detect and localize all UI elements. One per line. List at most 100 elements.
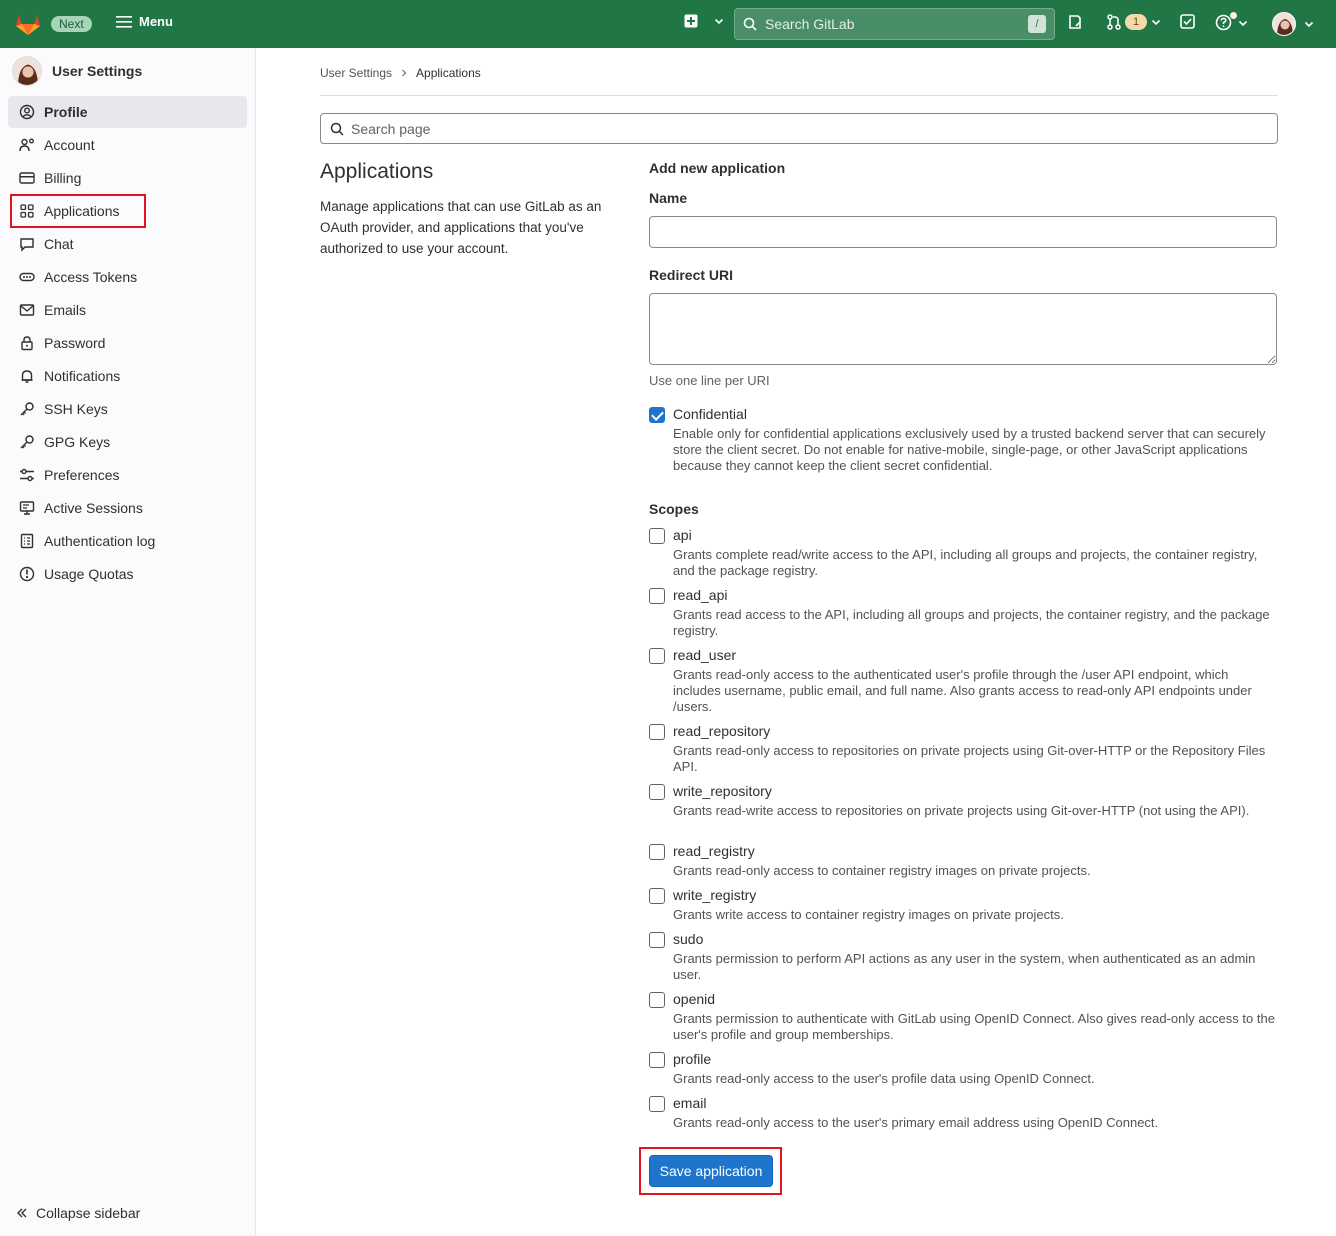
- redirect-uri-textarea[interactable]: [649, 293, 1277, 365]
- sidebar-item-chat[interactable]: Chat: [8, 228, 247, 260]
- page-search[interactable]: [320, 113, 1278, 144]
- scope-label[interactable]: read_registry: [673, 843, 755, 859]
- scope-checkbox[interactable]: [649, 784, 665, 800]
- scope-description: Grants read-only access to the user's pr…: [673, 1115, 1159, 1130]
- quota-icon: [19, 566, 35, 582]
- sidebar-item-label: Usage Quotas: [44, 566, 134, 582]
- search-shortcut-key: /: [1028, 15, 1046, 33]
- scope-checkbox[interactable]: [649, 1052, 665, 1068]
- scope-label[interactable]: write_repository: [673, 783, 772, 799]
- global-search[interactable]: /: [734, 8, 1055, 40]
- confidential-checkbox[interactable]: [649, 407, 665, 423]
- sidebar-item-label: Notifications: [44, 368, 121, 384]
- sidebar-item-account[interactable]: Account: [8, 129, 247, 161]
- sidebar-item-label: Preferences: [44, 467, 120, 483]
- sidebar-item-access-tokens[interactable]: Access Tokens: [8, 261, 247, 293]
- plus-square-icon: [684, 14, 698, 28]
- scopes-label: Scopes: [649, 501, 699, 517]
- save-application-button[interactable]: Save application: [649, 1155, 773, 1187]
- sidebar-item-profile[interactable]: Profile: [8, 96, 247, 128]
- scope-label[interactable]: api: [673, 527, 692, 543]
- applications-highlight-box: [10, 194, 146, 228]
- scope-description: Grants read-only access to repositories …: [673, 743, 1266, 774]
- sidebar-item-label: GPG Keys: [44, 434, 111, 450]
- name-label: Name: [649, 190, 688, 206]
- chevron-down-icon: [1151, 19, 1161, 26]
- sidebar-item-authentication-log[interactable]: Authentication log: [8, 525, 247, 557]
- scope-checkbox[interactable]: [649, 844, 665, 860]
- scope-checkbox[interactable]: [649, 932, 665, 948]
- sidebar-item-notifications[interactable]: Notifications: [8, 360, 247, 392]
- scope-description: Grants write access to container registr…: [673, 907, 1064, 922]
- sidebar-item-password[interactable]: Password: [8, 327, 247, 359]
- sidebar-item-label: Account: [44, 137, 95, 153]
- scope-label[interactable]: write_registry: [673, 887, 756, 903]
- chevron-down-icon: [1304, 21, 1314, 28]
- breadcrumb-divider: [320, 95, 1278, 96]
- avatar-photo-icon: [13, 57, 41, 85]
- sidebar-title: User Settings: [52, 63, 143, 79]
- chat-icon: [19, 236, 35, 252]
- chevron-down-icon: [1238, 20, 1248, 26]
- menu-button[interactable]: Menu: [116, 14, 173, 29]
- breadcrumb-current[interactable]: Applications: [416, 66, 481, 80]
- scope-description: Grants read-only access to the authentic…: [673, 667, 1252, 714]
- sidebar-item-gpg-keys[interactable]: GPG Keys: [8, 426, 247, 458]
- key-icon: [19, 434, 35, 450]
- scope-label[interactable]: profile: [673, 1051, 711, 1067]
- scope-description: Grants read-only access to the user's pr…: [673, 1071, 1095, 1086]
- search-input[interactable]: [763, 15, 1028, 33]
- name-input[interactable]: [649, 216, 1277, 248]
- create-new-button[interactable]: [684, 14, 725, 28]
- scope-description: Grants read access to the API, including…: [673, 607, 1270, 638]
- sidebar-header[interactable]: User Settings: [12, 56, 142, 86]
- todos-button[interactable]: [1180, 14, 1195, 29]
- scope-description: Grants permission to perform API actions…: [673, 951, 1256, 982]
- menu-label: Menu: [139, 14, 173, 29]
- scope-checkbox[interactable]: [649, 528, 665, 544]
- scope-label[interactable]: email: [673, 1095, 706, 1111]
- collapse-sidebar-button[interactable]: Collapse sidebar: [16, 1205, 140, 1221]
- search-icon: [330, 122, 344, 136]
- merge-requests-count-badge: 1: [1125, 14, 1147, 30]
- scope-label[interactable]: openid: [673, 991, 715, 1007]
- gitlab-logo-icon[interactable]: [15, 11, 41, 37]
- scope-description: Grants permission to authenticate with G…: [673, 1011, 1275, 1042]
- merge-requests-button[interactable]: 1: [1106, 14, 1162, 30]
- sidebar-item-active-sessions[interactable]: Active Sessions: [8, 492, 247, 524]
- chevron-down-icon: [714, 18, 724, 25]
- todo-checkbox-icon: [1180, 14, 1195, 29]
- scope-checkbox[interactable]: [649, 992, 665, 1008]
- collapse-sidebar-label: Collapse sidebar: [36, 1205, 141, 1221]
- sidebar-item-emails[interactable]: Emails: [8, 294, 247, 326]
- scope-label[interactable]: read_repository: [673, 723, 770, 739]
- scope-label[interactable]: sudo: [673, 931, 703, 947]
- issues-button[interactable]: [1067, 14, 1083, 30]
- sidebar-item-ssh-keys[interactable]: SSH Keys: [8, 393, 247, 425]
- settings-sidebar: User Settings Profile Account Billing Appli…: [0, 48, 256, 1236]
- token-icon: [19, 269, 35, 285]
- sidebar-item-label: SSH Keys: [44, 401, 108, 417]
- confidential-label[interactable]: Confidential: [673, 406, 747, 422]
- sidebar-item-label: Access Tokens: [44, 269, 138, 285]
- profile-icon: [19, 104, 35, 120]
- sidebar-avatar: [12, 56, 42, 86]
- sidebar-item-billing[interactable]: Billing: [8, 162, 247, 194]
- scope-checkbox[interactable]: [649, 888, 665, 904]
- scope-description: Grants read-write access to repositories…: [673, 803, 1250, 818]
- sidebar-item-usage-quotas[interactable]: Usage Quotas: [8, 558, 247, 590]
- next-badge[interactable]: Next: [51, 16, 92, 32]
- user-menu-button[interactable]: [1272, 12, 1315, 36]
- sidebar-item-preferences[interactable]: Preferences: [8, 459, 247, 491]
- scope-checkbox[interactable]: [649, 724, 665, 740]
- double-chevron-left-icon: [17, 1208, 27, 1218]
- scope-checkbox[interactable]: [649, 588, 665, 604]
- scope-label[interactable]: read_user: [673, 647, 736, 663]
- scope-label[interactable]: read_api: [673, 587, 728, 603]
- scope-checkbox[interactable]: [649, 1096, 665, 1112]
- section-title: Applications: [320, 160, 434, 183]
- breadcrumb-parent-link[interactable]: User Settings: [320, 66, 392, 80]
- account-icon: [19, 137, 35, 153]
- scope-checkbox[interactable]: [649, 648, 665, 664]
- page-search-input[interactable]: [349, 119, 1277, 138]
